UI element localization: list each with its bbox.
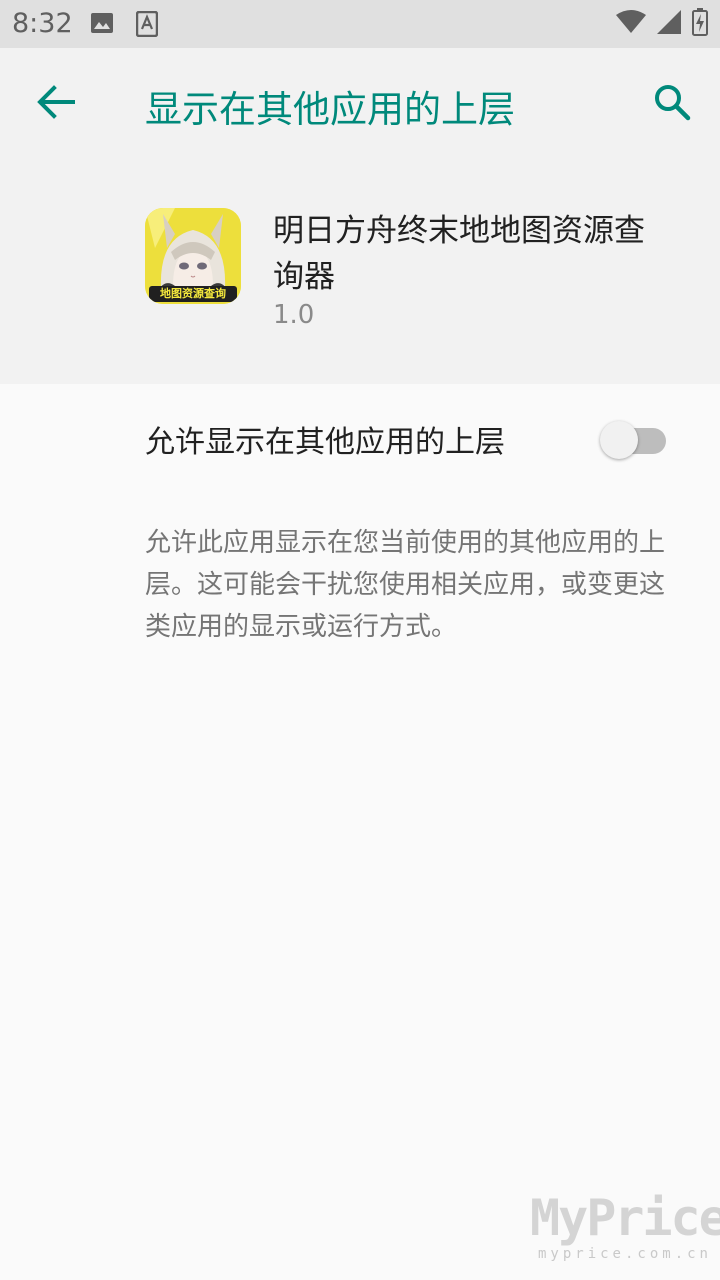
watermark: MyPrice myprice.com.cn: [530, 1190, 720, 1270]
app-name: 明日方舟终末地地图资源查询器: [273, 213, 645, 295]
app-icon: 地图资源查询: [145, 208, 241, 304]
battery-icon: [692, 8, 708, 40]
overlay-permission-row[interactable]: 允许显示在其他应用的上层: [0, 384, 720, 492]
overlay-permission-switch[interactable]: [600, 420, 668, 460]
permission-description: 允许此应用显示在您当前使用的其他应用的上层。这可能会干扰您使用相关应用，或变更这…: [145, 528, 666, 642]
text-icon: [135, 10, 159, 38]
app-header: 显示在其他应用的上层 地图资源查询 明日方舟终末地地图资源查询器 1.0: [0, 48, 720, 384]
switch-thumb: [600, 421, 638, 459]
search-icon: [653, 83, 691, 125]
overlay-permission-label: 允许显示在其他应用的上层: [145, 425, 505, 460]
status-notification-icons: [90, 10, 159, 38]
back-arrow-icon: [37, 85, 75, 123]
signal-icon: [656, 9, 682, 39]
app-version: 1.0: [273, 300, 315, 330]
image-icon: [90, 11, 114, 37]
wifi-icon: [616, 10, 646, 38]
watermark-brand: MyPrice: [530, 1189, 720, 1247]
watermark-url: myprice.com.cn: [537, 1246, 712, 1262]
back-button[interactable]: [28, 76, 84, 132]
status-time: 8:32: [12, 8, 73, 39]
status-system-icons: [616, 8, 708, 40]
page-title: 显示在其他应用的上层: [145, 88, 515, 131]
app-icon-caption: 地图资源查询: [160, 287, 226, 300]
search-button[interactable]: [644, 76, 700, 132]
status-bar: 8:32: [0, 0, 720, 48]
